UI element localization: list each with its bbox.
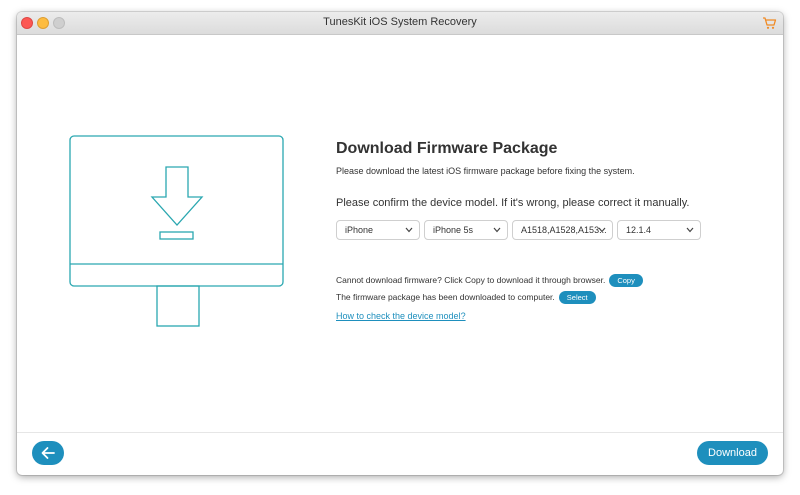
copy-firmware-text: Cannot download firmware? Click Copy to … [336, 274, 606, 285]
confirm-model-text: Please confirm the device model. If it's… [336, 197, 690, 209]
title-bar: TunesKit iOS System Recovery [17, 12, 783, 35]
device-model-value: iPhone 5s [433, 225, 474, 235]
chevron-down-icon [493, 227, 501, 233]
select-firmware-text: The firmware package has been downloaded… [336, 291, 555, 302]
page-title: Download Firmware Package [336, 140, 558, 157]
subtitle-text: Please download the latest iOS firmware … [336, 166, 635, 176]
chevron-down-icon [598, 227, 606, 233]
cart-icon[interactable] [761, 15, 777, 31]
ios-version-value: 12.1.4 [626, 225, 652, 235]
copy-firmware-row: Cannot download firmware? Click Copy to … [336, 274, 643, 287]
app-window: TunesKit iOS System Recovery Download Fi… [17, 12, 783, 475]
download-arrow-icon [150, 166, 204, 226]
model-number-select[interactable]: A1518,A1528,A153... [512, 220, 613, 240]
chevron-down-icon [686, 227, 694, 233]
device-type-value: iPhone [345, 225, 374, 235]
download-button[interactable]: Download [697, 441, 768, 465]
device-model-select[interactable]: iPhone 5s [424, 220, 508, 240]
select-firmware-row: The firmware package has been downloaded… [336, 291, 596, 304]
copy-button[interactable]: Copy [609, 274, 643, 287]
ios-version-select[interactable]: 12.1.4 [617, 220, 701, 240]
back-button[interactable] [32, 441, 64, 465]
device-type-select[interactable]: iPhone [336, 220, 420, 240]
model-number-value: A1518,A1528,A153... [521, 225, 607, 235]
download-monitor-illustration [69, 135, 284, 327]
footer-divider [17, 432, 783, 433]
check-device-model-link[interactable]: How to check the device model? [336, 311, 466, 321]
window-title: TunesKit iOS System Recovery [323, 16, 477, 28]
arrow-left-icon [41, 447, 55, 459]
select-button[interactable]: Select [558, 291, 596, 304]
chevron-down-icon [405, 227, 413, 233]
